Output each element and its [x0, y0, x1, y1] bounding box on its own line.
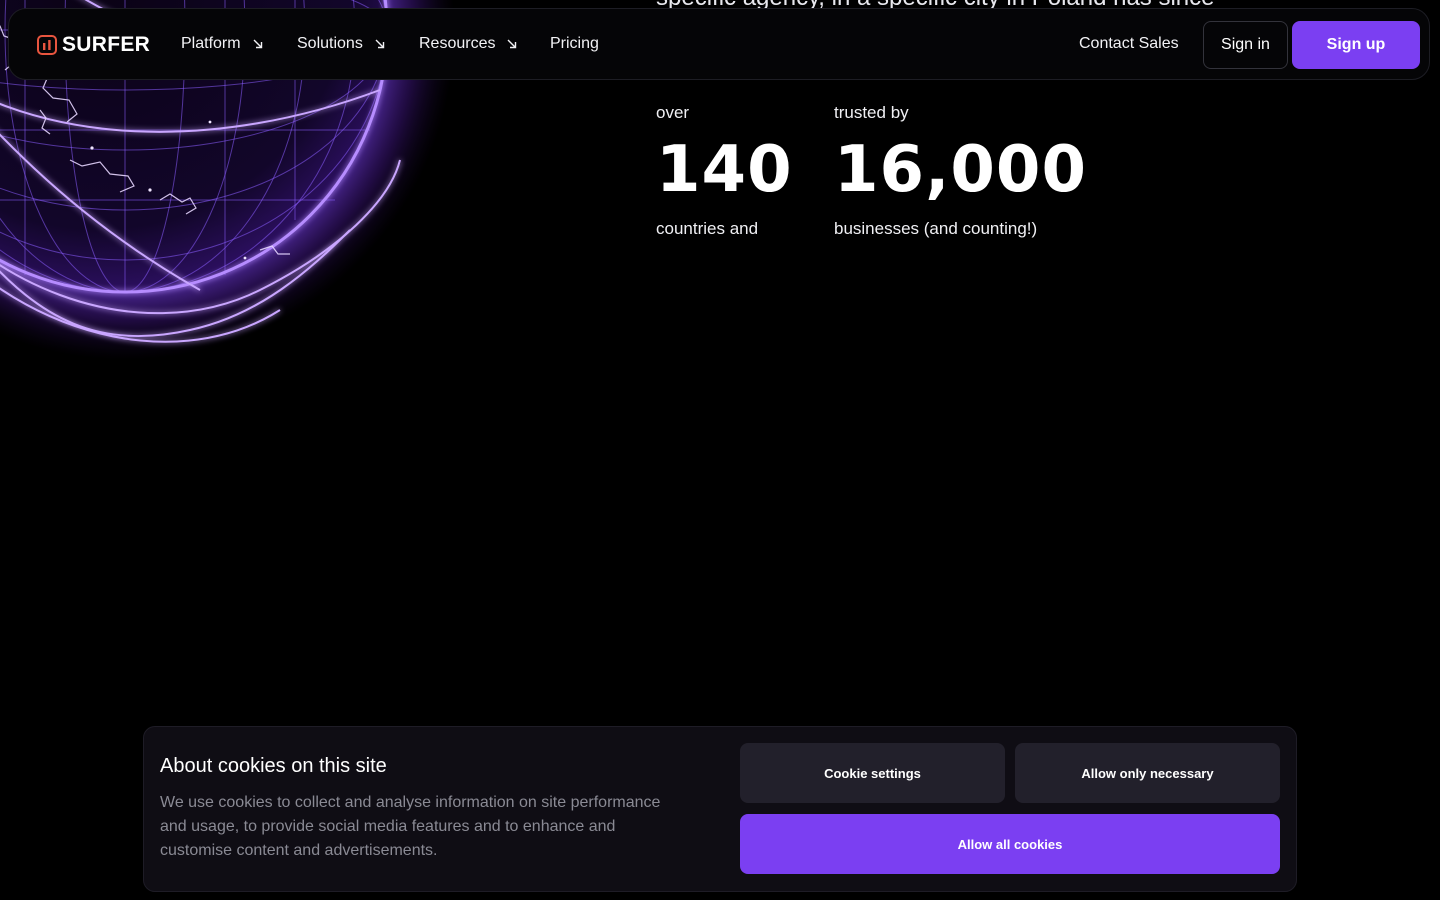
cookie-banner: About cookies on this site We use cookie…: [143, 726, 1297, 892]
nav-item-platform[interactable]: Platform: [181, 35, 263, 53]
stat-prefix: trusted by: [834, 103, 909, 122]
sign-in-button[interactable]: Sign in: [1203, 21, 1288, 69]
brand-logo[interactable]: SURFER: [37, 33, 150, 57]
stat-suffix: businesses (and counting!): [834, 219, 1038, 238]
stat-value: 16,000: [834, 133, 1087, 207]
brand-name: SURFER: [62, 33, 151, 56]
stat-value: 140: [656, 133, 793, 207]
cookie-settings-button[interactable]: Cookie settings: [740, 743, 1005, 803]
stat-prefix: over: [656, 103, 690, 122]
surfer-logo-icon: [37, 35, 57, 55]
contact-sales-link[interactable]: Contact Sales: [1079, 35, 1179, 53]
arrow-down-right-icon: [507, 39, 517, 49]
nav-item-label: Platform: [181, 35, 241, 52]
nav-item-solutions[interactable]: Solutions: [297, 35, 385, 53]
top-navbar: SURFER Platform Solutions Resources Pric…: [8, 8, 1430, 80]
nav-item-label: Resources: [419, 35, 496, 52]
cookie-banner-description: We use cookies to collect and analyse in…: [160, 794, 661, 859]
nav-item-label: Solutions: [297, 35, 363, 52]
nav-item-resources[interactable]: Resources: [419, 35, 517, 53]
stat-businesses: trusted by 16,000 businesses (and counti…: [834, 100, 1087, 242]
cookie-banner-title: About cookies on this site: [160, 755, 387, 777]
nav-item-pricing[interactable]: Pricing: [550, 35, 599, 53]
allow-all-cookies-button[interactable]: Allow all cookies: [740, 814, 1280, 874]
stat-suffix: countries and: [656, 219, 759, 238]
nav-item-label: Pricing: [550, 35, 599, 52]
allow-necessary-button[interactable]: Allow only necessary: [1015, 743, 1280, 803]
stat-countries: over 140 countries and: [656, 100, 793, 242]
page: specific agency, in a specific city in P…: [0, 0, 1440, 900]
sign-up-button[interactable]: Sign up: [1292, 21, 1420, 69]
arrow-down-right-icon: [253, 39, 262, 49]
arrow-down-right-icon: [375, 39, 385, 49]
